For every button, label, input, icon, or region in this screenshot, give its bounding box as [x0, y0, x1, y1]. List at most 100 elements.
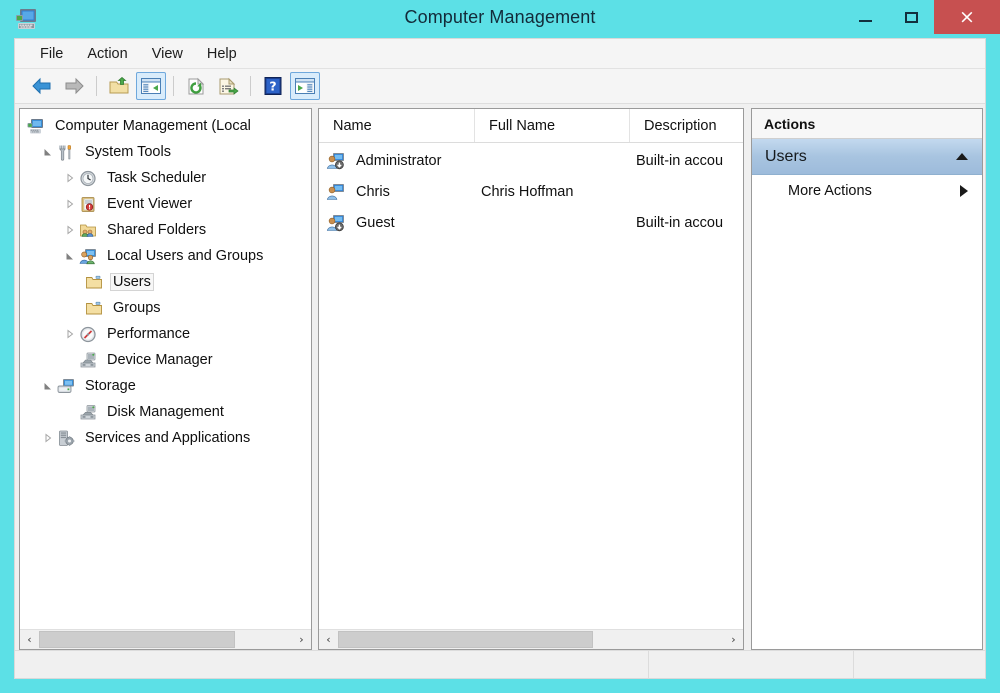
tree-item-performance[interactable]: Performance: [20, 321, 311, 347]
table-row[interactable]: Guest Built-in accou: [319, 207, 743, 238]
scroll-right-button[interactable]: ›: [292, 631, 311, 649]
expander-expanded-icon[interactable]: [40, 147, 56, 157]
tree-item-shared-folders[interactable]: Shared Folders: [20, 217, 311, 243]
scroll-left-button[interactable]: ‹: [319, 631, 338, 649]
actions-pane: Actions Users More Actions: [751, 108, 983, 650]
scroll-right-button[interactable]: ›: [724, 631, 743, 649]
forward-button[interactable]: [59, 72, 89, 100]
list-horizontal-scrollbar[interactable]: ‹ ›: [319, 629, 743, 649]
export-list-button[interactable]: [213, 72, 243, 100]
menu-file[interactable]: File: [29, 43, 74, 65]
tree-item-system-tools[interactable]: System Tools: [20, 139, 311, 165]
tree-item-label: Device Manager: [107, 352, 213, 368]
console-tree: Computer Management (Local System Tools …: [20, 109, 311, 451]
tree-item-local-users-and-groups[interactable]: Local Users and Groups: [20, 243, 311, 269]
expander-expanded-icon[interactable]: [62, 251, 78, 261]
expander-collapsed-icon[interactable]: [62, 173, 78, 183]
device-manager-icon: [78, 351, 98, 369]
menu-view[interactable]: View: [141, 43, 194, 65]
tree-item-label: Event Viewer: [107, 196, 193, 212]
performance-gauge-icon: [78, 325, 98, 343]
expander-expanded-icon[interactable]: [40, 381, 56, 391]
chevron-right-icon: [960, 185, 968, 197]
toolbar-separator: [250, 76, 251, 96]
scroll-thumb[interactable]: [338, 630, 593, 648]
list-body: Administrator Built-in accou Chris Chris…: [319, 143, 743, 629]
action-pane-icon: [294, 77, 316, 95]
expander-collapsed-icon[interactable]: [62, 329, 78, 339]
event-log-icon: [78, 195, 98, 213]
tree-item-label: Task Scheduler: [107, 170, 207, 186]
show-hide-console-tree-button[interactable]: [136, 72, 166, 100]
scroll-left-button[interactable]: ‹: [20, 631, 39, 649]
menu-action[interactable]: Action: [76, 43, 138, 65]
tree-item-label: Storage: [85, 378, 136, 394]
forward-arrow-icon: [63, 77, 85, 95]
results-list-pane: Name Full Name Description Administrator…: [318, 108, 744, 650]
list-rows: Administrator Built-in accou Chris Chris…: [319, 143, 743, 238]
user-disabled-icon: [326, 151, 350, 171]
scroll-track[interactable]: [39, 630, 292, 649]
tree-horizontal-scrollbar[interactable]: ‹ ›: [20, 629, 311, 649]
close-button[interactable]: ×: [934, 0, 1000, 34]
status-segment-1: [15, 651, 649, 678]
up-one-level-button[interactable]: [104, 72, 134, 100]
tree-item-computer-management[interactable]: Computer Management (Local: [20, 113, 311, 139]
expander-collapsed-icon[interactable]: [40, 433, 56, 443]
scroll-track[interactable]: [338, 630, 724, 649]
actions-section-users[interactable]: Users: [752, 139, 982, 175]
console-tree-icon: [140, 77, 162, 95]
status-segment-3: [854, 651, 985, 678]
refresh-button[interactable]: [181, 72, 211, 100]
menu-bar: File Action View Help: [15, 39, 985, 69]
tree-item-event-viewer[interactable]: Event Viewer: [20, 191, 311, 217]
actions-pane-header: Actions: [752, 109, 982, 139]
expander-collapsed-icon[interactable]: [62, 199, 78, 209]
tree-item-label: Services and Applications: [85, 430, 251, 446]
expander-collapsed-icon[interactable]: [62, 225, 78, 235]
toolbar: ?: [15, 69, 985, 104]
folder-icon: [84, 273, 104, 291]
folder-icon: [84, 299, 104, 317]
user-icon: [326, 182, 350, 202]
minimize-icon: [858, 20, 872, 22]
clock-icon: [78, 169, 98, 187]
action-item-label: More Actions: [788, 183, 872, 199]
toolbar-separator: [173, 76, 174, 96]
action-more-actions[interactable]: More Actions: [752, 175, 982, 207]
cell-name: Guest: [356, 214, 395, 231]
tree-item-groups[interactable]: Groups: [20, 295, 311, 321]
menu-help[interactable]: Help: [196, 43, 248, 65]
services-icon: [56, 429, 76, 447]
scroll-thumb[interactable]: [39, 630, 235, 648]
table-row[interactable]: Chris Chris Hoffman: [319, 176, 743, 207]
show-hide-action-pane-button[interactable]: [290, 72, 320, 100]
cell-description: Built-in accou: [636, 152, 724, 169]
back-arrow-icon: [31, 77, 53, 95]
table-row[interactable]: Administrator Built-in accou: [319, 145, 743, 176]
shared-folder-icon: [78, 221, 98, 239]
back-button[interactable]: [27, 72, 57, 100]
column-header-name[interactable]: Name: [319, 109, 475, 142]
column-header-full-name[interactable]: Full Name: [475, 109, 630, 142]
tree-item-users[interactable]: Users: [20, 269, 311, 295]
tree-item-device-manager[interactable]: Device Manager: [20, 347, 311, 373]
tree-item-label: System Tools: [85, 144, 171, 160]
maximize-button[interactable]: [888, 0, 934, 34]
minimize-button[interactable]: [842, 0, 888, 34]
tree-item-storage[interactable]: Storage: [20, 373, 311, 399]
user-disabled-icon: [326, 213, 350, 233]
status-bar: [15, 650, 985, 678]
cell-description: Built-in accou: [636, 214, 724, 231]
cell-full-name: Chris Hoffman: [481, 183, 574, 200]
computer-icon: [26, 117, 46, 135]
computer-management-window: Computer Management × File Action View H…: [0, 0, 1000, 693]
toolbar-separator: [96, 76, 97, 96]
disk-management-icon: [78, 403, 98, 421]
chevron-up-icon[interactable]: [956, 153, 968, 160]
help-button[interactable]: ?: [258, 72, 288, 100]
tree-item-task-scheduler[interactable]: Task Scheduler: [20, 165, 311, 191]
tree-item-disk-management[interactable]: Disk Management: [20, 399, 311, 425]
tree-item-services-and-applications[interactable]: Services and Applications: [20, 425, 311, 451]
column-header-description[interactable]: Description: [630, 109, 743, 142]
